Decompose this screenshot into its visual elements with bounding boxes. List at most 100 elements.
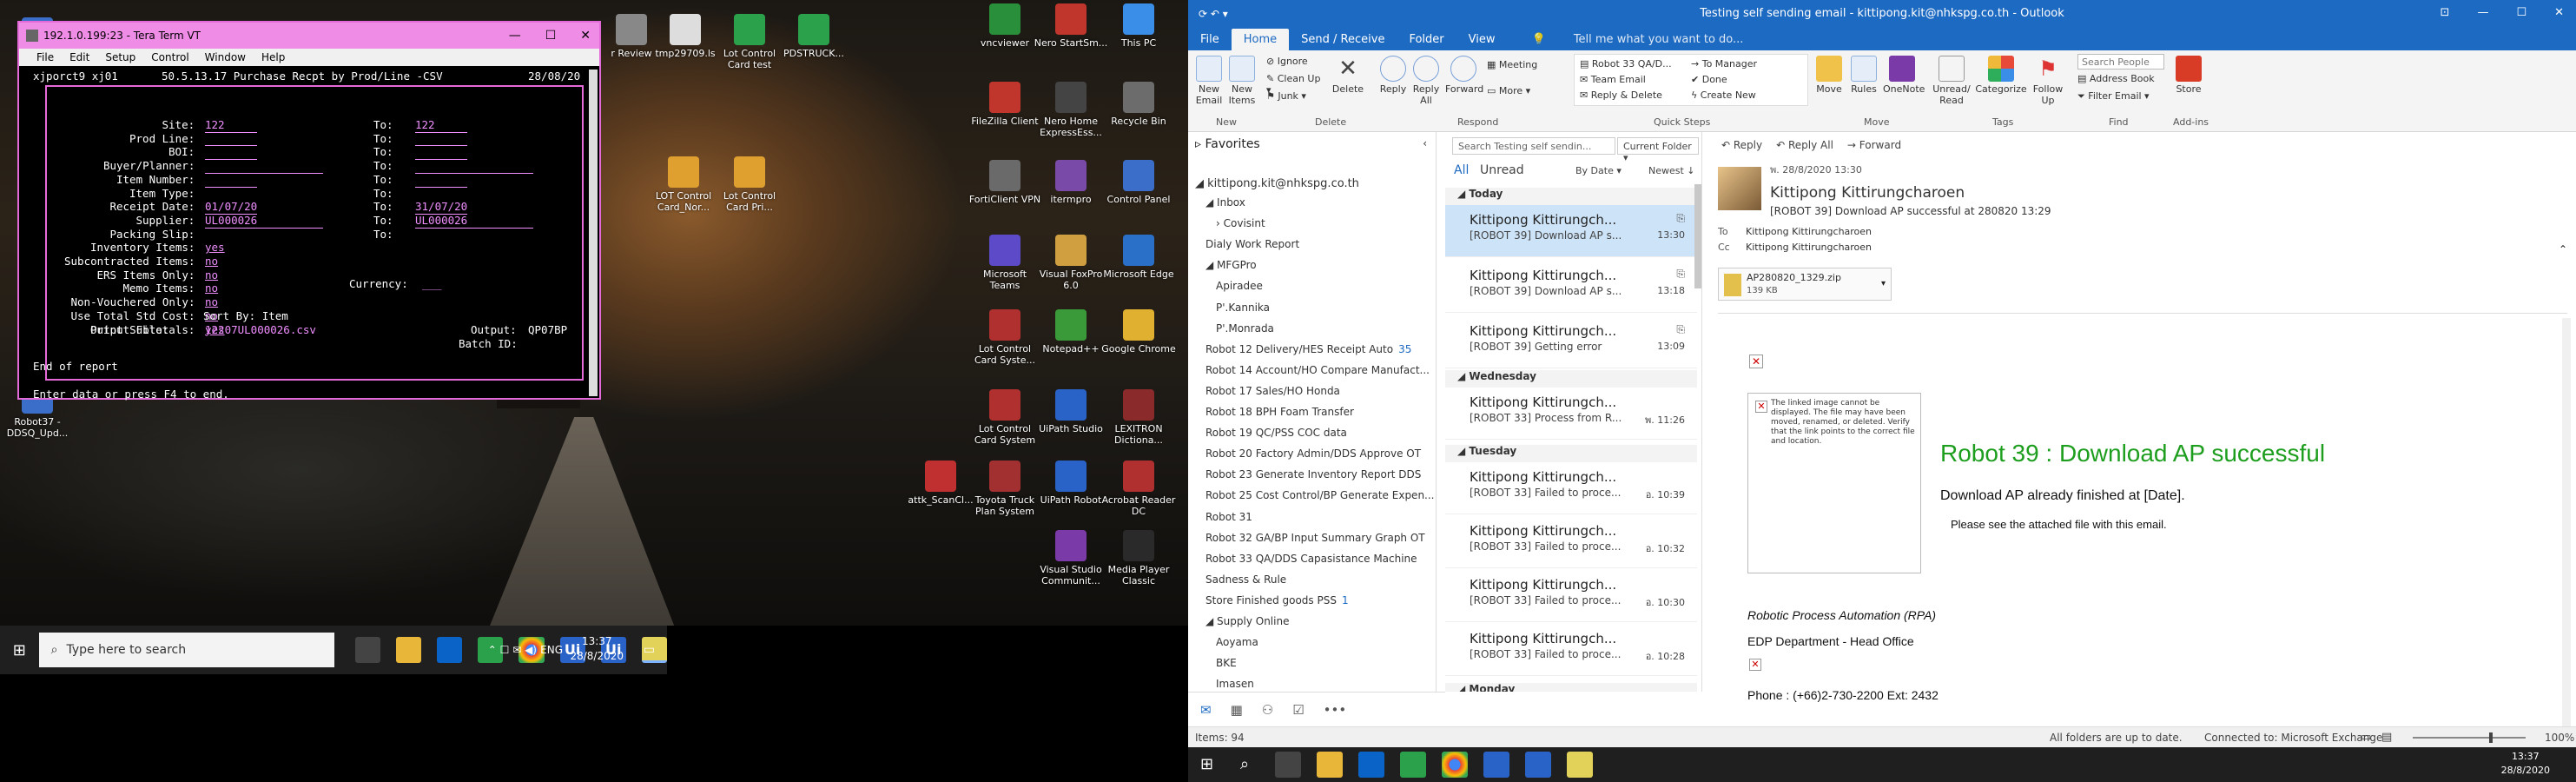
tasks-nav-icon[interactable]: ☑ <box>1292 702 1304 718</box>
minimize-icon[interactable]: — <box>509 29 521 43</box>
tab-home[interactable]: Home <box>1231 29 1290 50</box>
desktop-icon[interactable]: FortiClient VPN <box>968 160 1042 205</box>
outlook-taskbar-icon[interactable] <box>437 637 463 663</box>
folder-item[interactable]: Imasen <box>1216 678 1254 690</box>
teraterm-taskbar-icon[interactable] <box>1567 752 1593 778</box>
desktop-icon[interactable]: Visual FoxPro 6.0 <box>1034 235 1108 291</box>
date-group-header[interactable]: ◢ Tuesday <box>1445 445 1697 462</box>
close-icon[interactable]: ✕ <box>580 29 591 43</box>
currency-field[interactable]: ___ <box>422 277 442 291</box>
desktop-icon[interactable]: This PC <box>1101 3 1176 49</box>
message-item[interactable]: Kittipong Kittirungch... [ROBOT 33] Faile… <box>1445 516 1697 568</box>
desktop-icon[interactable]: Notepad++ <box>1034 309 1108 355</box>
collapse-pane-icon[interactable]: ‹ <box>1423 137 1427 149</box>
option-input[interactable]: no <box>205 282 218 295</box>
folder-item[interactable]: Apiradee <box>1216 280 1263 292</box>
message-item[interactable]: Kittipong Kittirungch... [ROBOT 39] Downl… <box>1445 261 1697 313</box>
notification-icon[interactable]: ▭ <box>644 643 655 657</box>
desktop-icon[interactable]: Lot Control Card Pri... <box>712 156 787 213</box>
close-icon[interactable]: ✕ <box>2554 6 2564 19</box>
ignore-button[interactable]: ⊘ Ignore <box>1266 56 1318 67</box>
quickstep-robot33[interactable]: ▤ Robot 33 QA/D... <box>1580 58 1684 70</box>
sort-by-date[interactable]: By Date ▾ <box>1575 165 1622 176</box>
cc-value[interactable]: Kittipong Kittirungcharoen <box>1746 242 1872 253</box>
desktop-icon[interactable]: Recycle Bin <box>1101 82 1176 127</box>
more-respond-button[interactable]: ▭ More ▾ <box>1487 85 1548 96</box>
calendar-nav-icon[interactable]: ▦ <box>1231 702 1243 718</box>
field-to-input[interactable] <box>415 131 467 133</box>
desktop-icon[interactable]: Toyota Truck Plan System <box>968 461 1042 517</box>
quickstep-create-new[interactable]: ϟ Create New <box>1691 89 1795 101</box>
lang-indicator[interactable]: ENG <box>540 644 563 656</box>
menu-edit[interactable]: Edit <box>69 51 89 63</box>
folder-item[interactable]: Store Finished goods PSS 1 <box>1205 594 1349 606</box>
new-email-button[interactable]: New Email <box>1193 56 1225 106</box>
minimize-icon[interactable]: — <box>2477 6 2488 19</box>
quickstep-to-manager[interactable]: → To Manager <box>1691 58 1795 70</box>
move-button[interactable]: Move <box>1813 56 1845 95</box>
attachment[interactable]: AP280820_1329.zip 139 KB ▾ <box>1718 268 1892 301</box>
terminal-screen[interactable]: xjporct9 xj01 50.5.13.17 Purchase Recpt … <box>33 70 589 401</box>
message-item[interactable]: Kittipong Kittirungch... [ROBOT 33] Proce… <box>1445 388 1697 440</box>
field-from-input[interactable] <box>205 186 257 188</box>
field-to-input[interactable]: 31/07/20 <box>415 200 468 215</box>
tab-folder[interactable]: Folder <box>1397 29 1456 50</box>
meeting-button[interactable]: ▦ Meeting <box>1487 59 1548 70</box>
mail-search-input[interactable]: Search Testing self sendin... <box>1452 137 1615 155</box>
message-item[interactable]: Kittipong Kittirungch... [ROBOT 39] Downl… <box>1445 205 1697 257</box>
reading-forward-button[interactable]: → Forward <box>1847 139 1901 151</box>
onenote-button[interactable]: OneNote <box>1883 56 1925 95</box>
desktop-icon[interactable]: Control Panel <box>1101 160 1176 205</box>
option-input[interactable]: yes <box>205 241 225 255</box>
categorize-button[interactable]: Categorize <box>1975 56 2027 95</box>
terminal-scrollbar[interactable] <box>589 70 598 396</box>
account-header[interactable]: ◢ kittipong.kit@nhkspg.co.th <box>1195 177 1359 190</box>
menu-window[interactable]: Window <box>205 51 246 63</box>
rules-button[interactable]: Rules <box>1848 56 1879 95</box>
desktop-icon[interactable]: LOT Control Card_Nor... <box>646 156 721 213</box>
desktop-icon[interactable]: Lot Control Card Syste... <box>968 309 1042 366</box>
expand-arrow-icon[interactable]: ◢ <box>1205 259 1217 271</box>
folder-item[interactable]: Aoyama <box>1216 636 1258 648</box>
to-value[interactable]: Kittipong Kittirungcharoen <box>1746 226 1872 237</box>
quickstep-reply-delete[interactable]: ✉ Reply & Delete <box>1580 89 1684 101</box>
desktop-icon[interactable]: Media Player Classic <box>1101 530 1176 586</box>
menu-setup[interactable]: Setup <box>105 51 135 63</box>
ribbon-display-icon[interactable]: ⊡ <box>2441 6 2450 19</box>
attachment-dropdown-icon[interactable]: ▾ <box>1881 279 1886 288</box>
field-to-input[interactable] <box>415 172 533 174</box>
file-explorer-icon[interactable] <box>396 637 422 663</box>
desktop-icon[interactable]: Nero StartSm... <box>1034 3 1108 49</box>
view-reading-icon[interactable]: ▤ <box>2381 731 2392 744</box>
folder-item[interactable]: P'.Kannika <box>1216 302 1270 314</box>
maximize-icon[interactable]: ☐ <box>545 29 557 43</box>
folder-item[interactable]: Sadness & Rule <box>1205 573 1286 586</box>
outlook-taskbar-icon[interactable] <box>1358 752 1384 778</box>
address-book-button[interactable]: ▤ Address Book <box>2077 73 2173 84</box>
desktop-icon[interactable]: Lot Control Card System <box>968 389 1042 446</box>
folder-item[interactable]: Robot 12 Delivery/HES Receipt Auto 35 <box>1205 343 1411 355</box>
desktop-icon[interactable]: itermpro <box>1034 160 1108 205</box>
folder-item[interactable]: Robot 19 QC/PSS COC data <box>1205 427 1347 439</box>
field-from-input[interactable] <box>205 145 257 147</box>
desktop-icon[interactable]: Acrobat Reader DC <box>1101 461 1176 517</box>
message-item[interactable]: Kittipong Kittirungch... [ROBOT 33] Faile… <box>1445 624 1697 676</box>
folder-item[interactable]: Robot 14 Account/HO Compare Manufact... <box>1205 364 1430 376</box>
mail-nav-icon[interactable]: ✉ <box>1200 702 1212 718</box>
maximize-icon[interactable]: ☐ <box>2516 6 2526 19</box>
follow-up-button[interactable]: ⚑ Follow Up <box>2031 56 2065 106</box>
desktop-icon[interactable]: FileZilla Client <box>968 82 1042 127</box>
quickstep-done[interactable]: ✔ Done <box>1691 74 1795 85</box>
junk-button[interactable]: ⚑ Junk ▾ <box>1266 90 1318 102</box>
date-group-header[interactable]: ◢ Today <box>1445 188 1697 205</box>
folder-item[interactable]: Robot 18 BPH Foam Transfer <box>1205 406 1354 418</box>
filter-all[interactable]: All <box>1454 163 1469 177</box>
taskbar-search-box[interactable]: ⌕ Type here to search <box>38 633 334 667</box>
folder-item[interactable]: P'.Monrada <box>1216 322 1274 335</box>
desktop-icon[interactable]: Nero Home ExpressEss... <box>1034 82 1108 138</box>
task-view-icon[interactable] <box>354 637 381 663</box>
filter-unread[interactable]: Unread <box>1480 163 1524 177</box>
folder-item[interactable]: Robot 25 Cost Control/BP Generate Expen.… <box>1205 489 1435 501</box>
view-normal-icon[interactable]: ▭ <box>2361 731 2371 744</box>
folder-item[interactable]: Robot 17 Sales/HO Honda <box>1205 385 1340 397</box>
